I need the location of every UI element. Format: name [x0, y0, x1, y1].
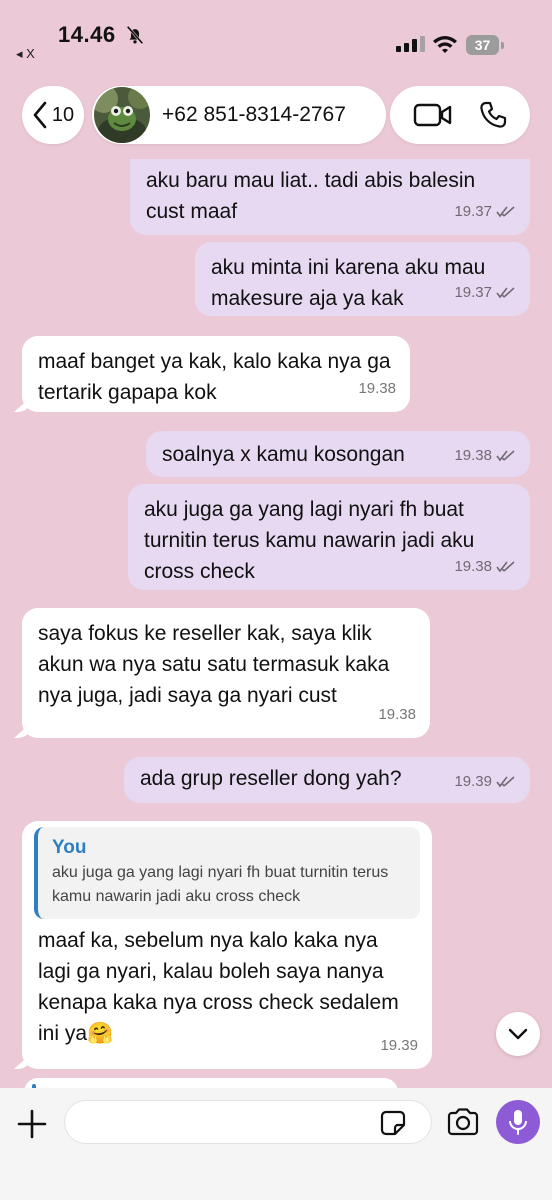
- message-text: saya fokus ke reseller kak, saya klik ak…: [38, 622, 390, 707]
- microphone-button[interactable]: [496, 1100, 540, 1144]
- battery-level: 37: [466, 35, 499, 55]
- message-outgoing[interactable]: aku baru mau liat.. tadi abis balesin cu…: [130, 159, 530, 235]
- message-meta: 19.38: [358, 373, 396, 404]
- cellular-signal-icon: [396, 36, 425, 52]
- message-text: maaf banget ya kak, kalo kaka nya ga ter…: [38, 350, 391, 404]
- message-input[interactable]: [79, 1101, 379, 1143]
- wifi-icon: [433, 36, 457, 53]
- back-to-app-link[interactable]: ◂ X: [16, 46, 35, 62]
- message-meta: 19.38: [454, 551, 516, 582]
- contact-name: +62 851-8314-2767: [162, 103, 346, 126]
- message-time: 19.39: [380, 1037, 418, 1054]
- status-time: 14.46: [58, 22, 116, 47]
- camera-icon[interactable]: [446, 1108, 480, 1136]
- video-call-icon[interactable]: [413, 102, 453, 128]
- message-text: soalnya x kamu kosongan: [162, 443, 405, 466]
- double-check-icon: [496, 560, 515, 572]
- phone-icon[interactable]: [478, 100, 508, 130]
- message-meta: 19.38: [454, 440, 516, 471]
- avatar[interactable]: [94, 87, 150, 143]
- chevron-down-icon: [508, 1028, 528, 1040]
- message-time: 19.37: [454, 284, 492, 301]
- message-meta: 19.38: [378, 699, 416, 730]
- microphone-icon: [509, 1110, 527, 1135]
- message-text: maaf ka, sebelum nya kalo kaka nya lagi …: [38, 929, 399, 1045]
- plus-icon[interactable]: [16, 1108, 48, 1140]
- message-meta: 19.37: [454, 196, 516, 227]
- message-time: 19.38: [378, 706, 416, 723]
- message-composer: [0, 1088, 552, 1200]
- message-meta: 19.39: [380, 1030, 418, 1061]
- double-check-icon: [496, 286, 515, 298]
- message-incoming-reply[interactable]: You aku juga ga yang lagi nyari fh buat …: [22, 821, 432, 1069]
- quoted-author: You: [52, 837, 87, 858]
- scroll-to-bottom-button[interactable]: [496, 1012, 540, 1056]
- message-text: aku baru mau liat.. tadi abis balesin cu…: [146, 169, 476, 223]
- message-time: 19.38: [358, 380, 396, 397]
- double-check-icon: [496, 449, 515, 461]
- message-time: 19.39: [454, 773, 492, 790]
- unread-count: 10: [51, 103, 75, 126]
- back-button[interactable]: 10: [22, 86, 84, 144]
- battery-icon: 37: [466, 35, 504, 55]
- message-outgoing[interactable]: ada grup reseller dong yah? 19.39: [124, 757, 530, 803]
- double-check-icon: [496, 205, 515, 217]
- message-meta: 19.37: [454, 277, 516, 308]
- call-actions: [390, 86, 530, 144]
- message-meta: 19.39: [454, 766, 516, 797]
- message-time: 19.37: [454, 203, 492, 220]
- message-text: ada grup reseller dong yah?: [140, 767, 402, 790]
- message-outgoing[interactable]: soalnya x kamu kosongan 19.38: [146, 431, 530, 477]
- message-incoming[interactable]: maaf banget ya kak, kalo kaka nya ga ter…: [22, 336, 410, 412]
- double-check-icon: [496, 775, 515, 787]
- message-incoming[interactable]: saya fokus ke reseller kak, saya klik ak…: [22, 608, 430, 738]
- quoted-text: aku juga ga yang lagi nyari fh buat turn…: [52, 864, 389, 905]
- message-time: 19.38: [454, 447, 492, 464]
- message-outgoing[interactable]: aku juga ga yang lagi nyari fh buat turn…: [128, 484, 530, 590]
- message-input-wrapper: [64, 1100, 432, 1144]
- chevron-left-icon: [33, 101, 47, 129]
- bell-slash-icon: [126, 25, 144, 45]
- quoted-message[interactable]: You aku juga ga yang lagi nyari fh buat …: [34, 827, 420, 919]
- sticker-icon[interactable]: [380, 1110, 406, 1136]
- message-time: 19.38: [454, 558, 492, 575]
- message-outgoing[interactable]: aku minta ini karena aku mau makesure aj…: [195, 242, 530, 316]
- status-bar: 14.46 ◂ X 37: [0, 0, 552, 72]
- chat-header: 10 +62 851-8314-2767: [0, 72, 552, 160]
- contact-info-button[interactable]: +62 851-8314-2767: [92, 86, 386, 144]
